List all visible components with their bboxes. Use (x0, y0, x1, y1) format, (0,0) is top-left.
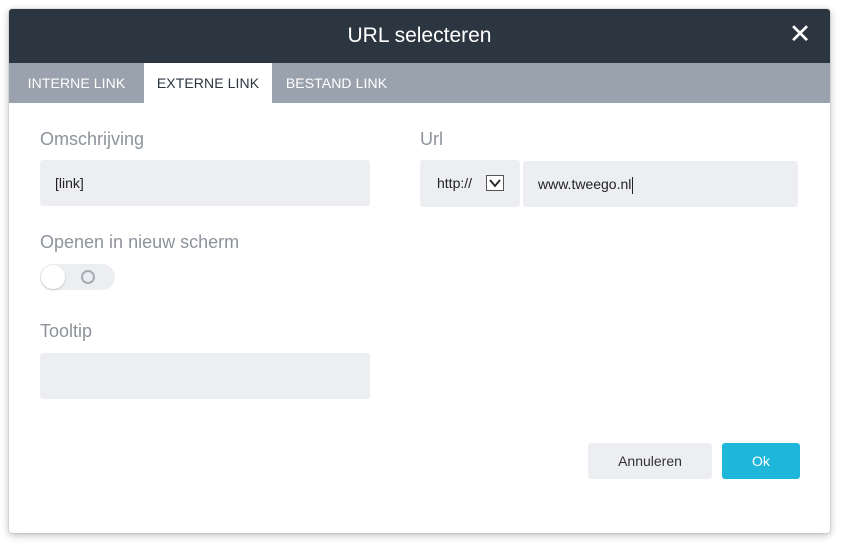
tab-bestand-link[interactable]: BESTAND LINK (272, 63, 401, 103)
new-window-toggle[interactable] (40, 264, 115, 290)
tab-externe-link[interactable]: EXTERNE LINK (144, 63, 272, 103)
url-input[interactable]: www.tweego.nl (523, 161, 798, 207)
url-value: www.tweego.nl (538, 176, 632, 192)
toggle-off-icon (81, 270, 95, 284)
toggle-knob (41, 265, 65, 289)
text-cursor (632, 176, 634, 194)
url-select-dialog: URL selecteren ✕ INTERNE LINK EXTERNE LI… (9, 9, 830, 533)
new-window-label: Openen in nieuw scherm (40, 232, 240, 252)
description-input[interactable]: [link] (40, 160, 370, 206)
tab-interne-link[interactable]: INTERNE LINK (9, 63, 144, 103)
protocol-select[interactable]: http:// (420, 160, 520, 207)
protocol-value: http:// (437, 175, 473, 191)
tab-bar: INTERNE LINK EXTERNE LINK BESTAND LINK (9, 63, 830, 103)
cancel-button[interactable]: Annuleren (588, 443, 712, 479)
description-value: [link] (55, 175, 84, 191)
url-label: Url (420, 129, 443, 149)
url-value-wrapper: www.tweego.nl (538, 161, 634, 207)
dialog-title: URL selecteren (347, 24, 492, 47)
dialog-header: URL selecteren ✕ (9, 9, 830, 63)
tooltip-label: Tooltip (40, 321, 93, 341)
description-label: Omschrijving (40, 129, 145, 149)
ok-button[interactable]: Ok (722, 443, 800, 479)
tooltip-input[interactable] (40, 353, 370, 399)
close-icon[interactable]: ✕ (781, 15, 819, 53)
chevron-down-icon[interactable] (486, 175, 504, 191)
